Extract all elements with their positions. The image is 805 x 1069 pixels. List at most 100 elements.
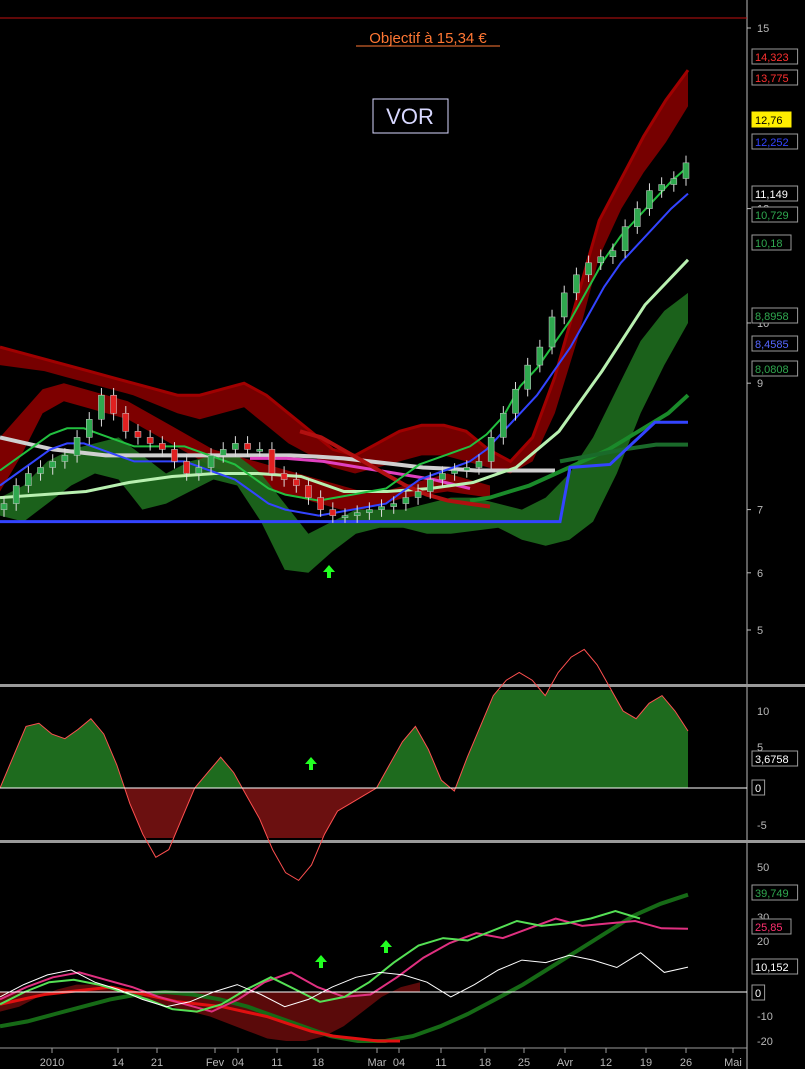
candle-body <box>0 503 8 510</box>
price-last-value: 10,729 <box>755 210 789 222</box>
candle-body <box>171 449 178 462</box>
candle-body <box>110 394 117 414</box>
candle-body <box>402 497 410 504</box>
candle-body <box>98 394 105 420</box>
candle-body <box>451 470 458 474</box>
price-tick-label: 5 <box>757 625 763 637</box>
candle-body <box>390 503 397 507</box>
x-tick-label: 12 <box>600 1057 612 1069</box>
x-tick-label: 11 <box>271 1057 282 1069</box>
candle-body <box>585 262 592 276</box>
candle-body <box>500 413 507 438</box>
candle-body <box>305 485 312 498</box>
objective-title: Objectif à 15,34 € <box>369 30 487 47</box>
stochastic-zero-label: 0 <box>755 988 761 1000</box>
candle-body <box>86 419 93 438</box>
stochastic-plot <box>0 892 747 1043</box>
candle-body <box>634 208 641 227</box>
x-tick-label: Avr <box>557 1057 574 1069</box>
candle-body <box>548 316 556 348</box>
candle-body <box>268 449 276 474</box>
stochastic-signal-arrow-2 <box>380 940 392 953</box>
oscillator-tick-label: -5 <box>757 820 767 832</box>
price-last-value: 8,0808 <box>755 364 789 376</box>
oscillator-signal-arrow <box>305 757 317 770</box>
candle-body <box>37 467 44 474</box>
candle-body <box>183 461 190 474</box>
candle-body <box>512 388 519 414</box>
candle-body <box>146 437 154 444</box>
candle-body <box>25 473 32 486</box>
candle-body <box>122 413 130 432</box>
price-last-value: 8,8958 <box>755 311 789 323</box>
candle-body <box>658 184 665 191</box>
stochastic-tick-label: -20 <box>757 1036 773 1048</box>
x-tick-label: 18 <box>479 1057 491 1069</box>
x-tick-label: Mar <box>368 1057 387 1069</box>
price-tick-label: 7 <box>757 505 763 517</box>
candle-body <box>427 479 434 492</box>
stochastic-signal-arrow-1 <box>315 955 327 968</box>
x-tick-label: 14 <box>112 1057 124 1069</box>
candle-body <box>341 515 349 518</box>
x-tick-label: 11 <box>435 1057 446 1069</box>
candle-body <box>621 226 629 251</box>
oscillator-last-value: 3,6758 <box>755 754 789 766</box>
stochastic-last-value: 39,749 <box>755 888 789 900</box>
candle-body <box>244 443 251 450</box>
candle-body <box>317 497 324 510</box>
panel-separator-2 <box>0 840 805 843</box>
candle-body <box>219 449 227 456</box>
price-last-value: 10,18 <box>755 238 783 250</box>
candle-body <box>682 162 690 179</box>
candle-body <box>463 467 471 471</box>
candle-body <box>609 250 617 258</box>
price-last-value: 8,4585 <box>755 339 789 351</box>
candle-body <box>366 509 373 513</box>
x-tick-label: 04 <box>393 1057 405 1069</box>
stochastic-last-value: 10,152 <box>755 962 789 974</box>
candle-body <box>378 506 385 510</box>
candle-body <box>524 364 531 390</box>
candle-body <box>646 190 653 209</box>
candle-body <box>12 485 20 504</box>
stochastic-tick-label: -10 <box>757 1011 773 1023</box>
candle-body <box>560 292 568 318</box>
x-tick-label: 26 <box>680 1057 692 1069</box>
x-tick-label: 25 <box>518 1057 530 1069</box>
price-last-value: 13,775 <box>755 73 789 85</box>
price-last-value: 11,149 <box>755 189 788 201</box>
candle-body <box>329 509 337 516</box>
stochastic-last-value: 25,85 <box>755 922 783 934</box>
panel-separator-1 <box>0 684 805 687</box>
price-tick-label: 9 <box>757 378 763 390</box>
x-tick-label: 2010 <box>40 1057 64 1069</box>
candle-body <box>293 479 300 486</box>
stochastic-tick-label: 20 <box>757 936 769 948</box>
x-tick-label: 04 <box>232 1057 244 1069</box>
candle-body <box>487 437 495 462</box>
candle-body <box>536 346 544 366</box>
candle-body <box>61 455 69 462</box>
candle-body <box>256 449 263 452</box>
candle-body <box>49 461 56 468</box>
candle-body <box>414 491 422 498</box>
candle-body <box>73 437 81 456</box>
candle-body <box>280 473 288 480</box>
candle-body <box>195 467 203 474</box>
price-tick-label: 6 <box>757 568 763 580</box>
candle-body <box>670 178 678 185</box>
candle-body <box>353 512 361 516</box>
x-tick-label: 21 <box>151 1057 163 1069</box>
candle-body <box>439 473 446 480</box>
price-tick-label: 15 <box>757 23 769 35</box>
price-last-value: 14,323 <box>755 52 789 64</box>
x-tick-label: Fev <box>206 1057 225 1069</box>
x-tick-label: 19 <box>640 1057 652 1069</box>
oscillator-zero-label: 0 <box>755 783 761 795</box>
price-last-value: 12,252 <box>755 137 789 149</box>
candle-body <box>159 443 166 450</box>
stock-chart: 1512109765105-550302010-10-2014,32313,77… <box>0 0 805 1069</box>
symbol-label: VOR <box>386 104 434 129</box>
x-tick-label: Mai <box>724 1057 742 1069</box>
